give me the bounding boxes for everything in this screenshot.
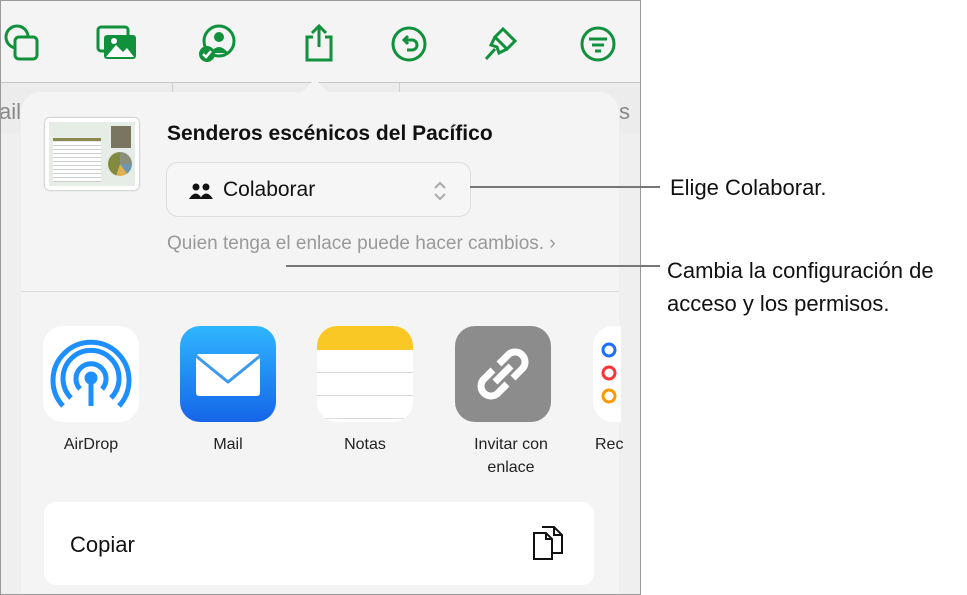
- header-text-right: s: [619, 99, 630, 124]
- notes-app[interactable]: [317, 326, 413, 422]
- invite-link-app[interactable]: [455, 326, 551, 422]
- airdrop-icon: [50, 339, 132, 408]
- app-label: Notas: [344, 436, 386, 453]
- chevron-updown-icon: [434, 181, 446, 201]
- callout-line: [470, 186, 660, 188]
- document-thumbnail: [45, 118, 139, 190]
- chevron-right-icon: ›: [549, 233, 556, 254]
- callout-choose: Elige Colaborar.: [670, 175, 827, 200]
- share-icon[interactable]: [299, 23, 339, 63]
- mode-label: Colaborar: [223, 178, 316, 201]
- format-brush-icon[interactable]: [481, 23, 521, 63]
- copy-icon: [533, 526, 563, 560]
- mail-icon: [195, 354, 261, 396]
- notes-icon: [317, 326, 413, 350]
- people-icon: [189, 183, 213, 199]
- header-text-left: ail: [0, 99, 22, 124]
- document-title: Senderos escénicos del Pacífico: [167, 122, 493, 145]
- mail-app[interactable]: [180, 326, 276, 422]
- callout-change: Cambia la configuración de acceso y los …: [667, 258, 934, 316]
- app-label: AirDrop: [63, 436, 119, 453]
- shapes-icon[interactable]: [3, 23, 43, 63]
- copy-label: Copiar: [70, 532, 135, 557]
- toolbar: [1, 1, 640, 83]
- app-label: Invitar con enlace: [474, 436, 548, 476]
- media-icon[interactable]: [96, 23, 136, 63]
- reminders-icon: [601, 342, 617, 404]
- app-label: Rec: [595, 436, 624, 453]
- collaborate-mode-select[interactable]: Colaborar: [166, 162, 471, 217]
- callout-line: [286, 265, 660, 267]
- organize-icon[interactable]: [578, 23, 618, 63]
- reminders-app[interactable]: [593, 326, 621, 422]
- collaborate-icon[interactable]: [197, 23, 237, 63]
- access-description: Quien tenga el enlace puede hacer cambio…: [167, 233, 545, 254]
- undo-icon[interactable]: [389, 23, 429, 63]
- app-label: Mail: [213, 436, 243, 453]
- access-settings-link[interactable]: Quien tenga el enlace puede hacer cambio…: [167, 231, 567, 257]
- airdrop-app[interactable]: [43, 326, 139, 422]
- copy-button[interactable]: Copiar: [44, 502, 594, 585]
- link-icon: [477, 348, 529, 400]
- divider: [21, 291, 619, 292]
- app-window: ail s Senderos escénicos del Pacífico Co…: [0, 0, 641, 595]
